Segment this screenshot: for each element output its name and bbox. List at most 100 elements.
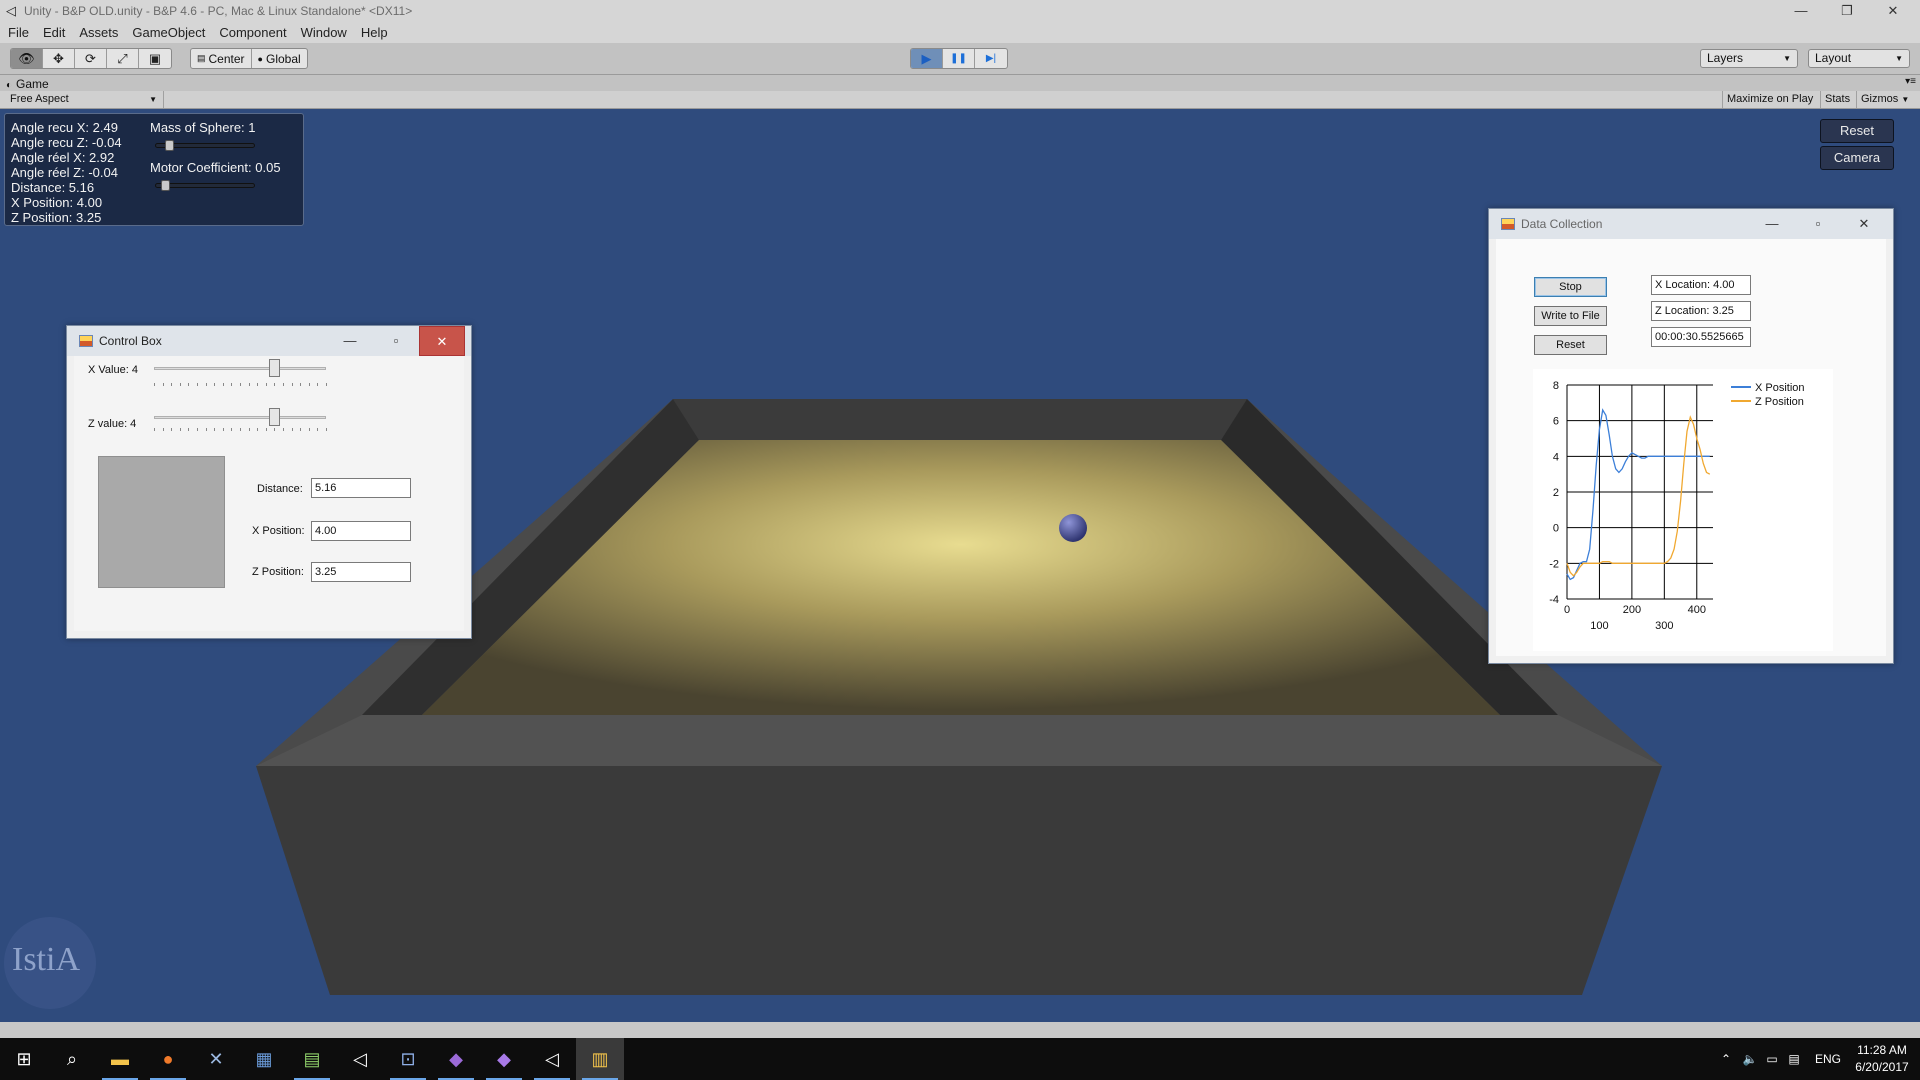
- unity-icon[interactable]: ◁: [528, 1038, 576, 1080]
- close-button[interactable]: ✕: [419, 326, 465, 356]
- scale-tool-icon[interactable]: ⤢: [107, 49, 139, 68]
- restore-button[interactable]: ❐: [1824, 0, 1870, 22]
- clock-date: 6/20/2017: [1855, 1060, 1909, 1074]
- minimize-button[interactable]: —: [327, 326, 373, 356]
- tab-game-label: Game: [16, 77, 49, 91]
- menu-window[interactable]: Window: [301, 25, 347, 40]
- game-viewport[interactable]: Angle recu X: 2.49 Angle recu Z: -0.04 A…: [0, 109, 1920, 1022]
- move-tool-icon[interactable]: ✥: [43, 49, 75, 68]
- menu-gameobject[interactable]: GameObject: [132, 25, 205, 40]
- menu-component[interactable]: Component: [219, 25, 286, 40]
- maximize-button[interactable]: ▫: [1795, 209, 1841, 239]
- file-explorer-icon[interactable]: ▬: [96, 1038, 144, 1080]
- reset-button[interactable]: Reset: [1820, 119, 1894, 143]
- z-position-field[interactable]: 3.25: [311, 562, 411, 582]
- toolbar: 👁 ✥ ⟳ ⤢ ▣ ▤ Center ● Global ▶ ❚❚ ▶| Layers…: [0, 43, 1920, 75]
- step-button[interactable]: ▶|: [975, 49, 1007, 68]
- rect-tool-icon[interactable]: ▣: [139, 49, 171, 68]
- z-value-trackbar[interactable]: [154, 416, 326, 419]
- tab-game[interactable]: ◐ Game: [6, 77, 49, 91]
- layers-dropdown[interactable]: Layers ▼: [1700, 49, 1798, 68]
- distance-label: Distance:: [257, 483, 303, 495]
- unity-icon[interactable]: ◁: [336, 1038, 384, 1080]
- x-value-trackbar[interactable]: [154, 367, 326, 370]
- pivot-global-button[interactable]: ● Global: [252, 49, 307, 68]
- stop-button[interactable]: Stop: [1534, 277, 1607, 297]
- clock[interactable]: 11:28 AM 6/20/2017: [1852, 1042, 1912, 1076]
- close-button[interactable]: ✕: [1841, 209, 1887, 239]
- trackbar-tick: [317, 383, 319, 386]
- hand-tool-icon[interactable]: 👁: [11, 49, 43, 68]
- distance-field[interactable]: 5.16: [311, 478, 411, 498]
- reset-button[interactable]: Reset: [1534, 335, 1607, 355]
- xamarin-icon[interactable]: ✕: [192, 1038, 240, 1080]
- language-indicator[interactable]: ENG: [1810, 1038, 1846, 1080]
- firefox-icon[interactable]: ●: [144, 1038, 192, 1080]
- mass-slider[interactable]: [155, 140, 255, 151]
- trackbar-tick: [179, 383, 181, 386]
- control-box-client: X Value: 4 Z value: 4 Distance: 5.16 X P…: [74, 356, 464, 631]
- chart-y-tick-label: 8: [1553, 380, 1559, 392]
- game-icon: ◐: [6, 80, 13, 91]
- chart-x-tick-label: 0: [1564, 604, 1570, 616]
- stats-toggle[interactable]: Stats: [1820, 91, 1854, 108]
- menu-assets[interactable]: Assets: [79, 25, 118, 40]
- chart-y-tick-label: 0: [1553, 523, 1559, 535]
- tray-expand-icon[interactable]: ⌃: [1716, 1038, 1736, 1080]
- minimize-button[interactable]: —: [1749, 209, 1795, 239]
- winform-app-icon[interactable]: ▥: [576, 1038, 624, 1080]
- visual-studio-icon[interactable]: ◆: [432, 1038, 480, 1080]
- pause-button[interactable]: ❚❚: [943, 49, 975, 68]
- camera-button[interactable]: Camera: [1820, 146, 1894, 170]
- maximize-on-play-toggle[interactable]: Maximize on Play: [1722, 91, 1817, 108]
- rotate-tool-icon[interactable]: ⟳: [75, 49, 107, 68]
- menu-file[interactable]: File: [8, 25, 29, 40]
- menu-edit[interactable]: Edit: [43, 25, 65, 40]
- maximize-button[interactable]: ▫: [373, 326, 419, 356]
- write-to-file-button[interactable]: Write to File: [1534, 306, 1607, 326]
- data-collection-window: Data Collection — ▫ ✕ Stop Write to File…: [1488, 208, 1894, 664]
- minimize-button[interactable]: —: [1778, 0, 1824, 22]
- motor-slider[interactable]: [155, 180, 255, 191]
- close-button[interactable]: ✕: [1870, 0, 1916, 22]
- gizmos-label: Gizmos: [1861, 93, 1899, 105]
- notepad-icon[interactable]: ▤: [288, 1038, 336, 1080]
- x-value-trackbar-thumb[interactable]: [269, 359, 281, 377]
- unity-icon: ◁: [6, 3, 16, 18]
- istia-logo-text: IstiA: [12, 941, 80, 978]
- outlook-icon[interactable]: ▦: [240, 1038, 288, 1080]
- visual-studio-icon[interactable]: ◆: [480, 1038, 528, 1080]
- chevron-down-icon: ▼: [1783, 54, 1791, 63]
- box-rim-front: [256, 715, 1662, 766]
- x-position-field[interactable]: 4.00: [311, 521, 411, 541]
- trackbar-tick: [308, 428, 310, 431]
- windows-start-icon[interactable]: ⊞: [0, 1038, 48, 1080]
- menu-help[interactable]: Help: [361, 25, 388, 40]
- network-app-icon[interactable]: ⊡: [384, 1038, 432, 1080]
- action-center-icon[interactable]: ▤: [1784, 1038, 1804, 1080]
- aspect-label: Free Aspect: [10, 93, 69, 105]
- gizmos-dropdown[interactable]: Gizmos ▼: [1856, 91, 1912, 108]
- volume-icon[interactable]: 🔈: [1740, 1038, 1760, 1080]
- layout-dropdown[interactable]: Layout ▼: [1808, 49, 1910, 68]
- pivot-center-button[interactable]: ▤ Center: [191, 49, 252, 68]
- elapsed-time-field[interactable]: 00:00:30.5525665: [1651, 327, 1751, 347]
- chart-legend-label: X Position: [1755, 382, 1805, 394]
- istia-logo: IstiA: [4, 917, 96, 1009]
- trackbar-tick: [291, 383, 293, 386]
- network-icon[interactable]: ▭: [1762, 1038, 1782, 1080]
- play-button[interactable]: ▶: [911, 49, 943, 68]
- z-value-trackbar-thumb[interactable]: [269, 408, 281, 426]
- window-title: Unity - B&P OLD.unity - B&P 4.6 - PC, Ma…: [24, 4, 413, 18]
- sphere: [1059, 514, 1087, 542]
- tab-menu-icon[interactable]: ▾≡: [1905, 76, 1916, 87]
- motor-slider-thumb[interactable]: [160, 180, 170, 191]
- chart-x-tick-label: 200: [1623, 604, 1641, 616]
- trackbar-tick: [231, 383, 233, 386]
- z-location-field[interactable]: Z Location: 3.25: [1651, 301, 1751, 321]
- search-icon[interactable]: ⌕: [48, 1038, 96, 1080]
- trackbar-tick: [283, 383, 284, 386]
- aspect-dropdown[interactable]: Free Aspect ▼: [4, 91, 164, 108]
- mass-slider-thumb[interactable]: [165, 140, 174, 151]
- x-location-field[interactable]: X Location: 4.00: [1651, 275, 1751, 295]
